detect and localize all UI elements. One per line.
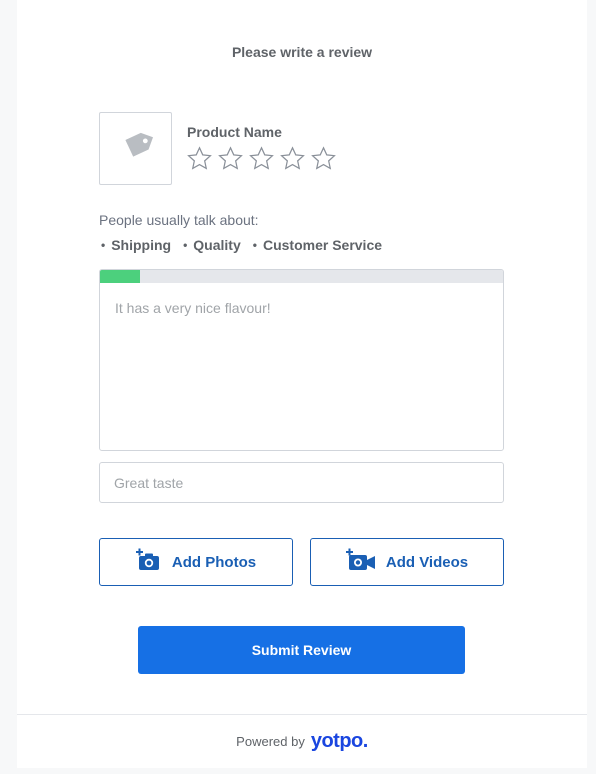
bullet-icon: • — [183, 238, 188, 252]
star-2-icon[interactable] — [217, 145, 244, 172]
yotpo-logo[interactable]: yotpo. — [311, 730, 369, 753]
submit-review-button[interactable]: Submit Review — [138, 626, 465, 674]
form-heading: Please write a review — [231, 44, 373, 60]
footer: Powered by yotpo. — [17, 730, 587, 753]
review-textarea[interactable]: It has a very nice flavour! — [99, 269, 504, 451]
add-video-icon — [345, 548, 376, 576]
talk-about-label: People usually talk about: — [99, 212, 259, 228]
bullet-icon: • — [101, 238, 106, 252]
add-photo-icon — [135, 548, 162, 576]
topic-item[interactable]: • Shipping — [101, 237, 171, 253]
topic-label: Customer Service — [262, 237, 383, 253]
topic-item[interactable]: • Customer Service — [253, 237, 382, 253]
star-3-icon[interactable] — [248, 145, 275, 172]
star-5-icon[interactable] — [310, 145, 337, 172]
progress-fill — [100, 270, 141, 283]
topic-list: • Shipping • Quality • Customer Service — [101, 237, 382, 253]
review-title-input[interactable]: Great taste — [99, 462, 504, 503]
powered-by-label: Powered by — [236, 734, 305, 749]
topic-item[interactable]: • Quality — [183, 237, 241, 253]
add-videos-button[interactable]: Add Videos — [310, 538, 504, 586]
title-placeholder: Great taste — [114, 474, 184, 491]
review-form-card: Please write a review Product Name Peopl… — [17, 0, 587, 768]
review-placeholder: It has a very nice flavour! — [115, 300, 271, 316]
footer-divider — [17, 714, 587, 715]
add-photos-label: Add Photos — [171, 553, 257, 571]
tag-icon — [118, 128, 154, 169]
add-photos-button[interactable]: Add Photos — [99, 538, 293, 586]
bullet-icon: • — [252, 238, 257, 252]
add-videos-label: Add Videos — [385, 553, 469, 571]
star-1-icon[interactable] — [186, 145, 213, 172]
star-4-icon[interactable] — [279, 145, 306, 172]
product-name: Product Name — [187, 124, 282, 140]
topic-label: Quality — [193, 237, 241, 253]
star-rating[interactable] — [186, 145, 337, 172]
product-thumbnail — [99, 112, 172, 185]
topic-label: Shipping — [111, 237, 172, 253]
review-length-progress — [100, 270, 503, 283]
